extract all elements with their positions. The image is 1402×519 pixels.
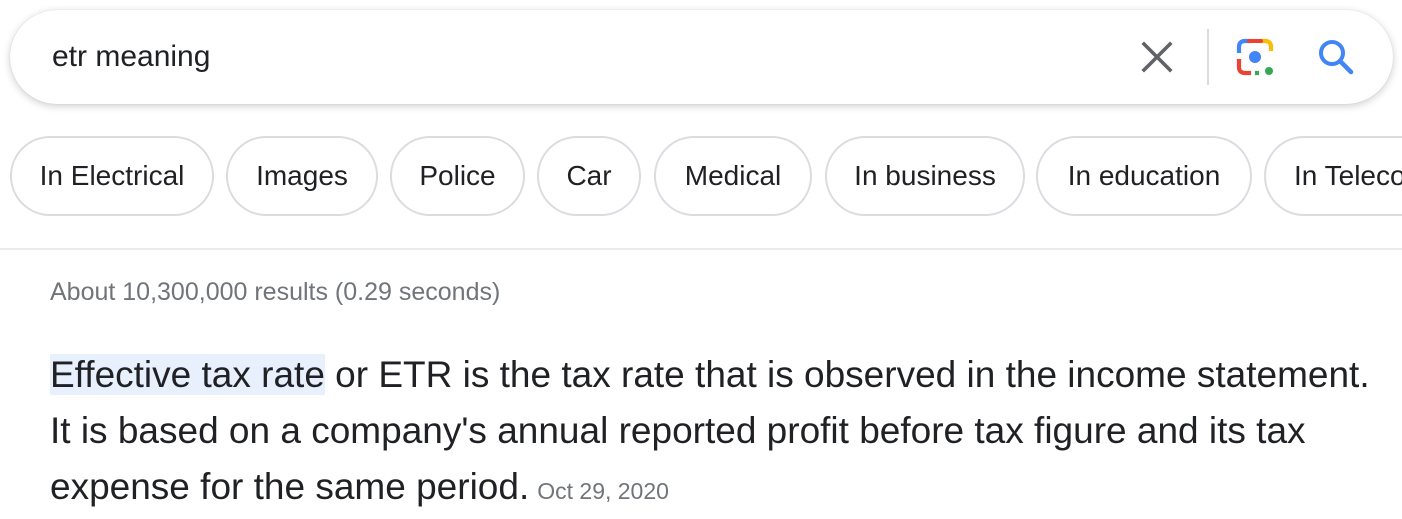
close-icon [1141,41,1173,73]
result-stats: About 10,300,000 results (0.29 seconds) [50,278,501,306]
chip-in-telecom[interactable]: In Telecom [1264,136,1402,216]
chip-in-electrical[interactable]: In Electrical [10,136,214,216]
clear-search-button[interactable] [1137,37,1177,77]
chip-in-education[interactable]: In education [1036,136,1252,216]
snippet-date: Oct 29, 2020 [537,478,669,504]
google-lens-button[interactable] [1233,35,1277,79]
google-lens-icon [1236,38,1274,76]
search-input[interactable] [52,38,1092,76]
filter-chips: In Electrical Images Police Car Medical … [10,136,1402,216]
chip-images[interactable]: Images [226,136,378,216]
search-bar [10,10,1393,104]
chip-police[interactable]: Police [390,136,525,216]
featured-snippet: Effective tax rate or ETR is the tax rat… [50,347,1370,519]
chip-car[interactable]: Car [537,136,641,216]
chip-medical[interactable]: Medical [654,136,812,216]
snippet-highlight: Effective tax rate [50,354,325,395]
search-button[interactable] [1314,35,1358,79]
header-divider [0,248,1402,250]
search-icon [1319,40,1354,75]
chip-in-business[interactable]: In business [825,136,1025,216]
search-bar-divider [1207,29,1209,85]
